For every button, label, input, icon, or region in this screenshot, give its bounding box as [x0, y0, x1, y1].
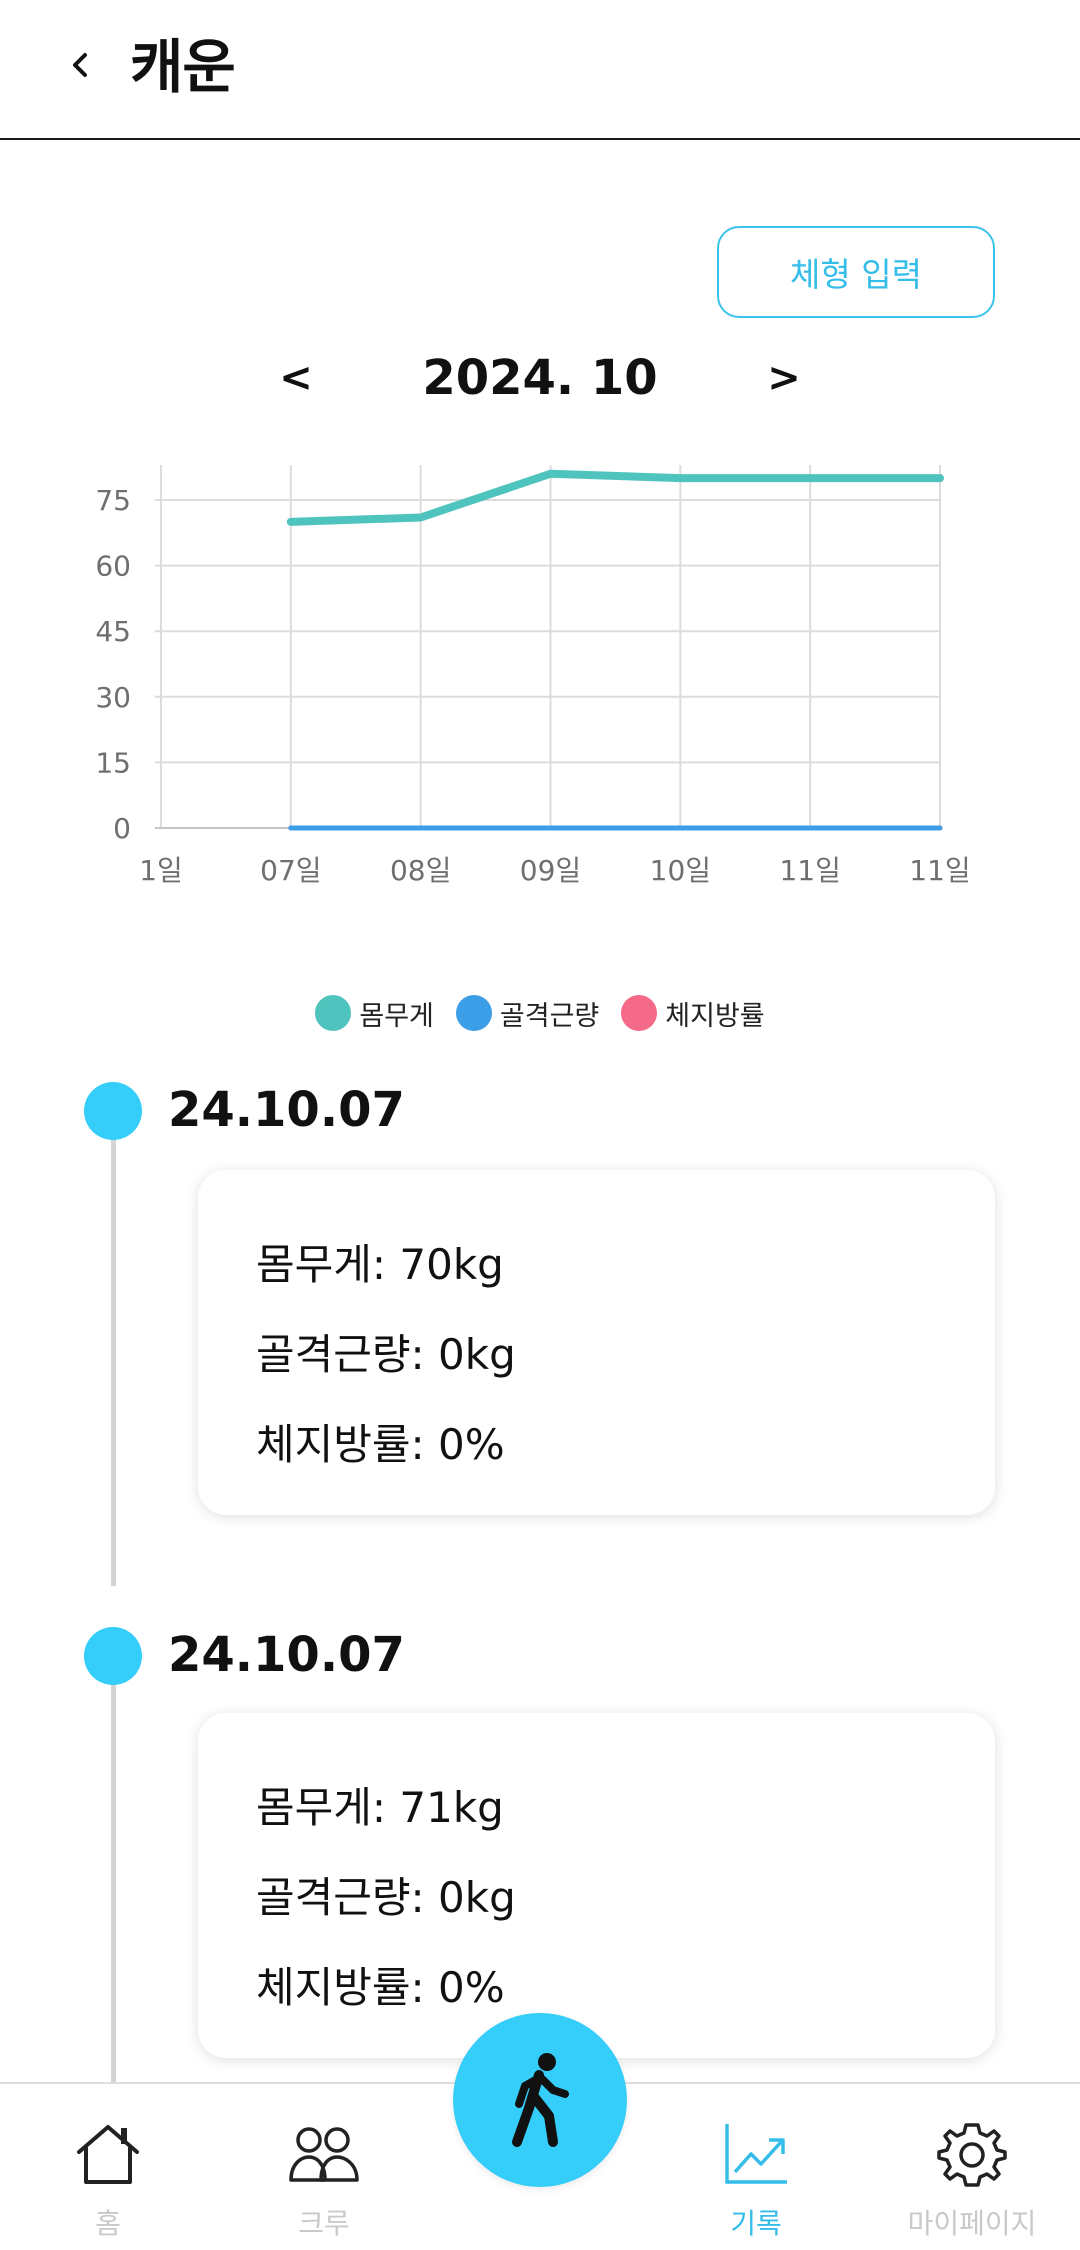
month-label: 2024. 10: [422, 350, 658, 406]
timeline-dot: [84, 1627, 142, 1685]
chart-ytick-label: 60: [95, 550, 131, 583]
nav-item-records[interactable]: 기록: [656, 2114, 856, 2244]
legend-swatch-weight: [315, 995, 352, 1031]
entry-fat: 체지방률: 0%: [256, 1420, 505, 1469]
chart-xtick-label: 07일: [260, 854, 321, 887]
app-header: 캐운: [0, 0, 1080, 140]
home-icon: [77, 2125, 139, 2184]
entry-weight: 몸무게: 71kg: [256, 1783, 504, 1832]
entry-weight: 몸무게: 70kg: [256, 1240, 504, 1289]
chart-ytick-label: 75: [95, 484, 131, 517]
chart-xtick-label: 1일: [139, 854, 183, 887]
nav-item-home[interactable]: 홈: [8, 2114, 208, 2244]
entry-date: 24.10.07: [168, 1082, 405, 1138]
nav-label-records: 기록: [730, 2207, 782, 2240]
timeline-line: [111, 1655, 116, 2085]
timeline-dot: [84, 1082, 142, 1140]
chart-ytick-label: 15: [95, 746, 131, 779]
page-title: 캐운: [130, 33, 236, 101]
chart-ytick-label: 45: [95, 615, 131, 648]
nav-item-mypage[interactable]: 마이페이지: [872, 2114, 1072, 2244]
chart-xtick-label: 08일: [390, 854, 451, 887]
chart-xtick-label: 09일: [520, 854, 581, 887]
entry-muscle: 골격근량: 0kg: [256, 1330, 516, 1379]
nav-item-crew[interactable]: 크루: [224, 2114, 424, 2244]
entry-card[interactable]: 몸무게: 70kg 골격근량: 0kg 체지방률: 0%: [198, 1170, 995, 1515]
next-month-button[interactable]: >: [759, 348, 809, 408]
nav-label-home: 홈: [95, 2207, 121, 2240]
nav-label-crew: 크루: [298, 2207, 350, 2240]
nav-label-mypage: 마이페이지: [907, 2207, 1037, 2240]
legend-swatch-muscle: [455, 995, 492, 1031]
back-button[interactable]: [60, 40, 100, 90]
start-walk-button[interactable]: [453, 2013, 627, 2187]
chart-legend: 몸무게 골격근량 체지방률: [0, 990, 1080, 1036]
entry-date: 24.10.07: [168, 1627, 405, 1683]
chart-xtick-label: 11일: [779, 854, 840, 887]
entry-muscle: 골격근량: 0kg: [256, 1873, 516, 1922]
chart-ytick-label: 30: [95, 681, 131, 714]
users-icon: [289, 2127, 359, 2182]
legend-swatch-fat: [621, 995, 658, 1031]
legend-label-muscle: 골격근량: [499, 1000, 600, 1032]
legend-item-muscle[interactable]: 골격근량: [455, 994, 600, 1033]
legend-label-fat: 체지방률: [665, 1000, 765, 1032]
timeline-line: [111, 1110, 116, 1586]
chevron-left-icon: [73, 53, 87, 77]
body-input-button[interactable]: 체형 입력: [717, 226, 995, 318]
entry-fat: 체지방률: 0%: [256, 1963, 505, 2012]
prev-month-button[interactable]: <: [271, 348, 321, 408]
legend-item-fat[interactable]: 체지방률: [621, 994, 765, 1033]
gear-icon: [937, 2123, 1007, 2187]
chart-xtick-label: 11일: [909, 854, 970, 887]
walking-person-icon: [512, 2053, 569, 2147]
body-composition-chart: 0 15 30 45 60 75 1일 07일 08일 09일 10일 11일 11일: [95, 465, 971, 887]
chart-xtick-label: 10일: [650, 854, 711, 887]
legend-label-weight: 몸무게: [359, 1000, 434, 1032]
legend-item-weight[interactable]: 몸무게: [315, 994, 434, 1033]
chart-line-weight: [286, 469, 944, 526]
chart-ytick-label: 0: [113, 812, 131, 845]
trend-chart-icon: [725, 2124, 787, 2184]
entry-card[interactable]: 몸무게: 71kg 골격근량: 0kg 체지방률: 0%: [198, 1713, 995, 2058]
